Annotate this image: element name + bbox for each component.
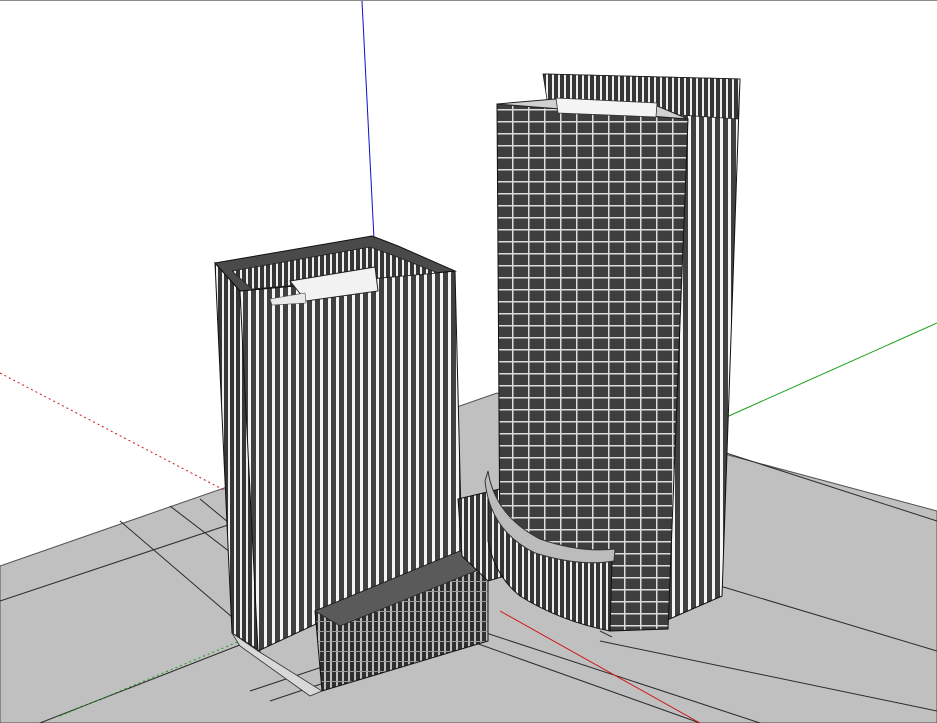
green-axis-solid bbox=[721, 322, 937, 420]
modeling-viewport[interactable] bbox=[0, 0, 937, 723]
scene-svg bbox=[0, 1, 937, 723]
blue-axis bbox=[361, 1, 375, 240]
right-tower[interactable] bbox=[484, 73, 741, 638]
red-axis-dotted bbox=[0, 372, 246, 502]
left-tower[interactable] bbox=[214, 235, 489, 697]
